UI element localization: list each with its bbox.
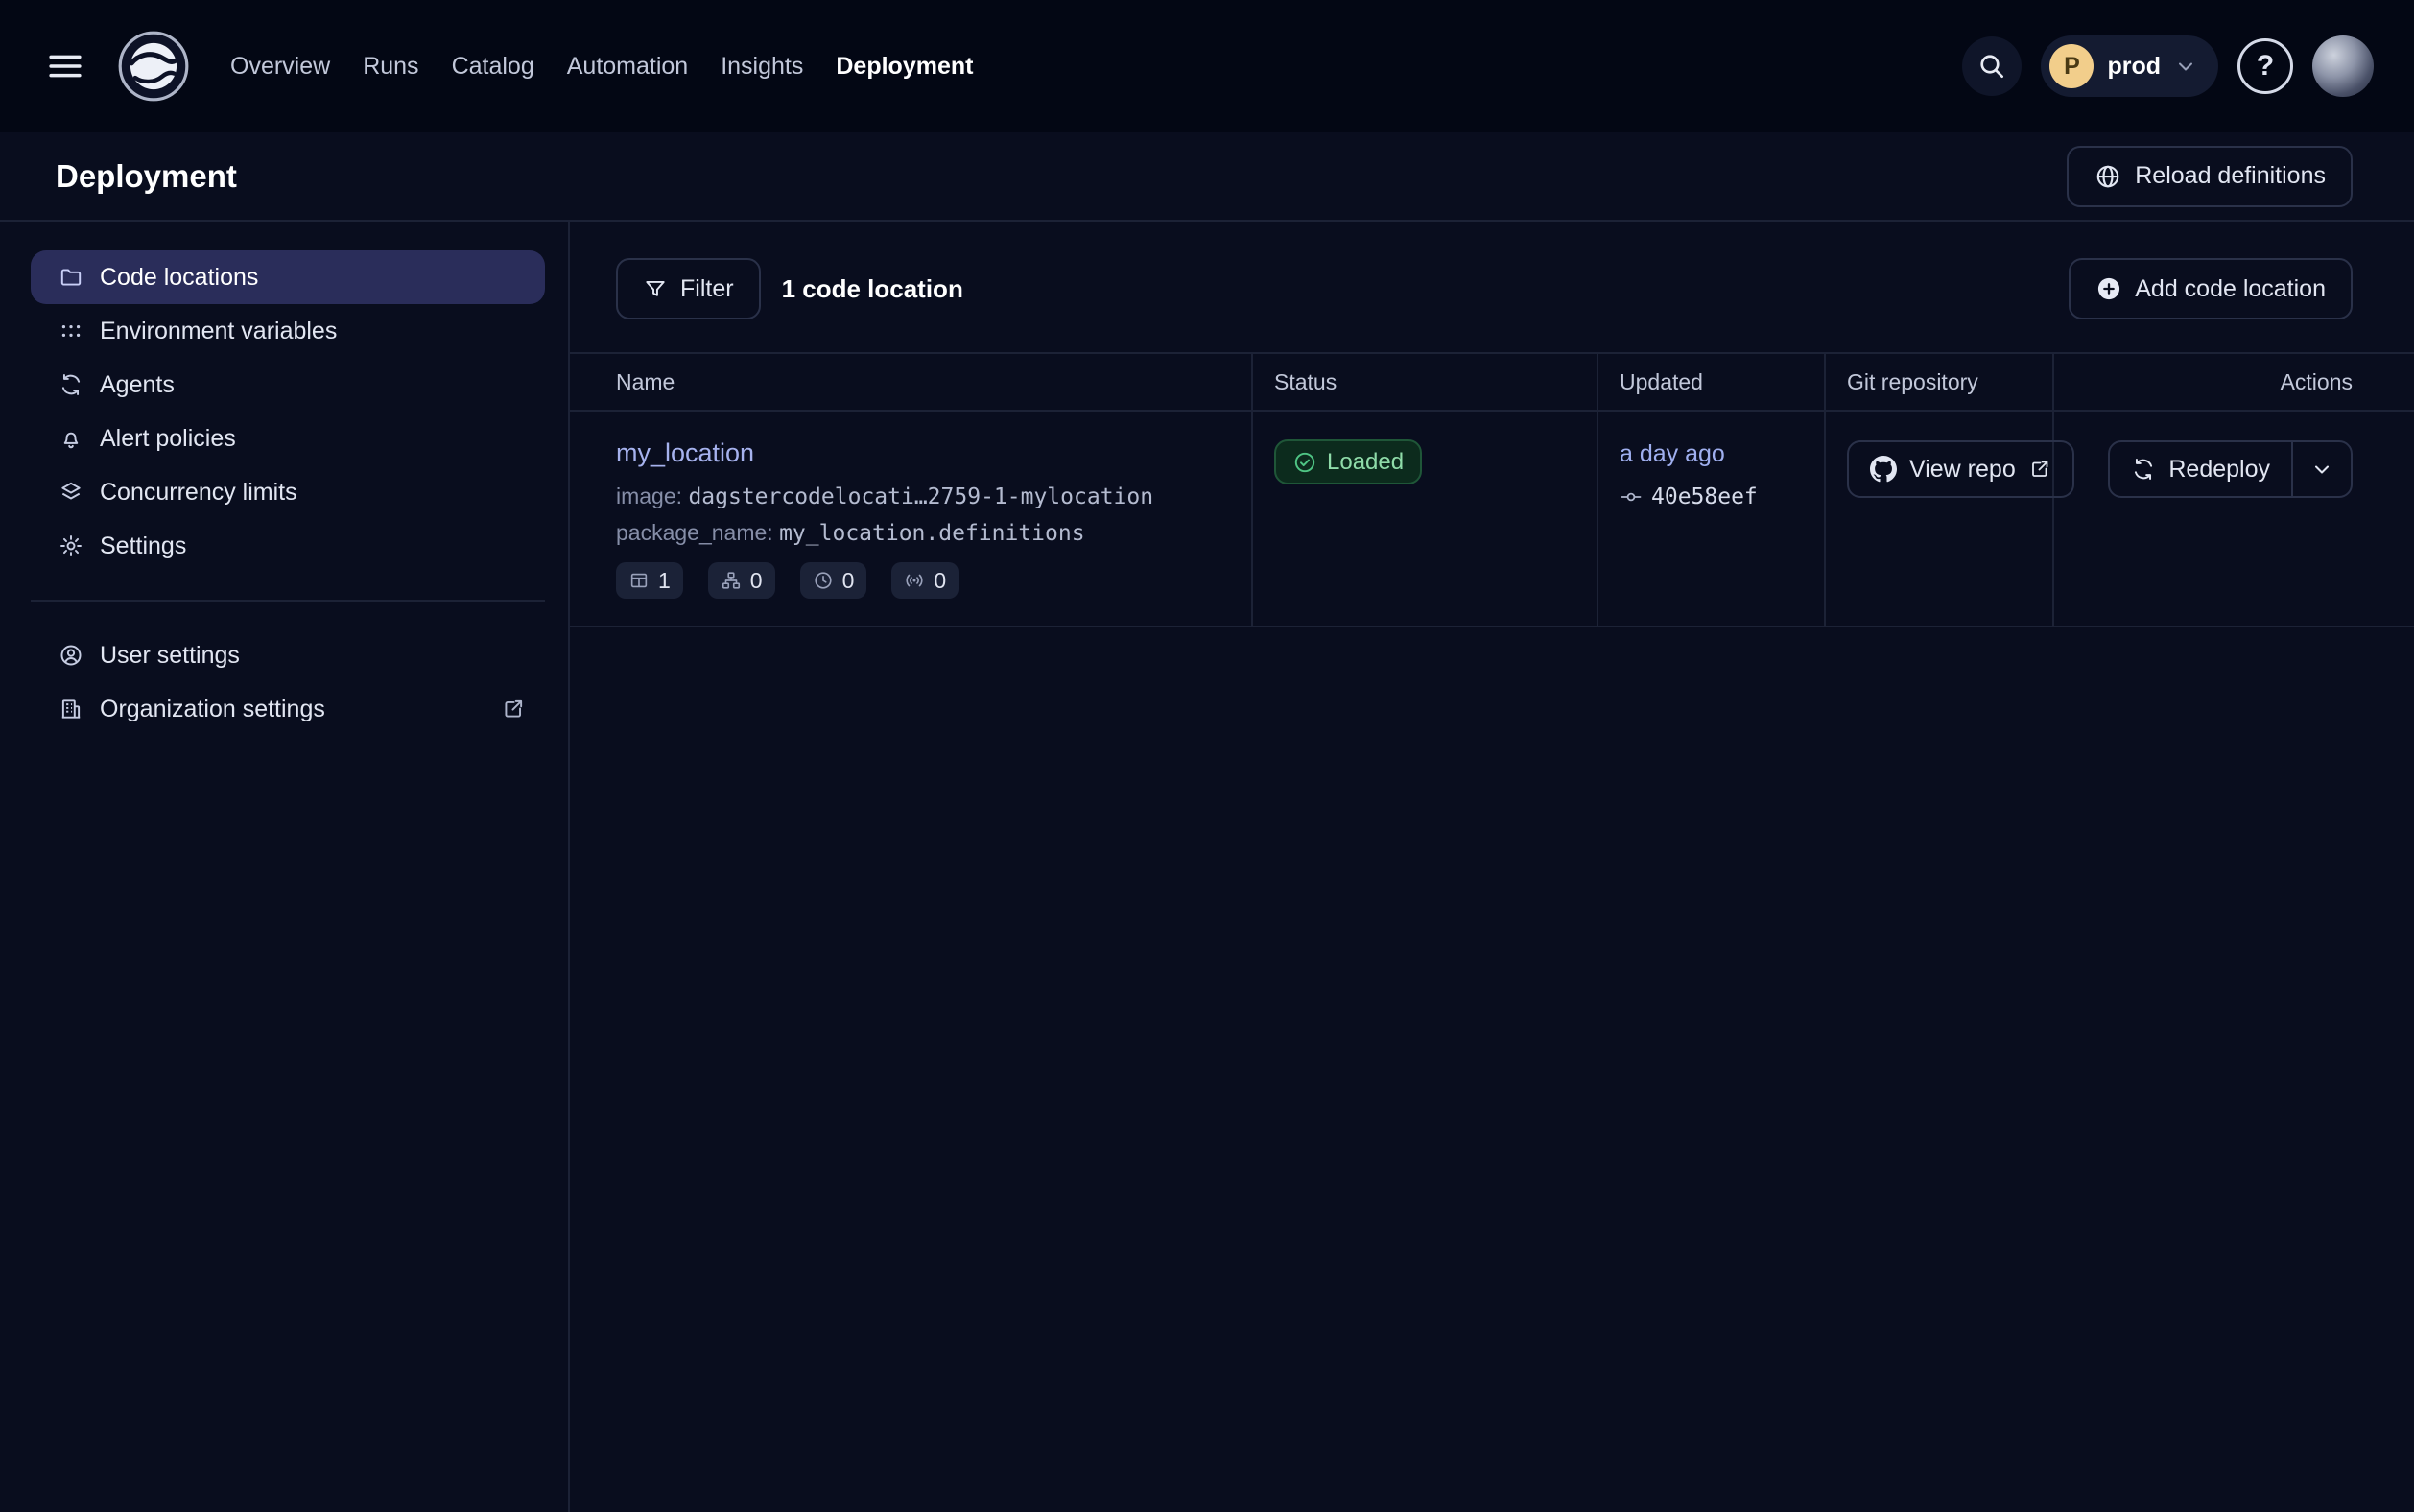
column-header-name: Name xyxy=(570,354,1253,410)
page-title: Deployment xyxy=(56,158,237,195)
globe-reload-icon xyxy=(2094,162,2122,191)
column-header-status: Status xyxy=(1253,354,1598,410)
check-circle-icon xyxy=(1292,450,1317,475)
table-header-row: Name Status Updated Git repository Actio… xyxy=(570,352,2414,412)
question-mark-icon: ? xyxy=(2257,50,2274,83)
clock-icon xyxy=(813,570,834,591)
reload-definitions-button[interactable]: Reload definitions xyxy=(2067,146,2353,207)
toolbar: Filter 1 code location Add code location xyxy=(616,258,2353,319)
redeploy-more-button[interactable] xyxy=(2291,440,2353,498)
name-cell: my_location image: dagstercodelocati…275… xyxy=(570,412,1253,626)
cycle-icon xyxy=(59,372,83,397)
deployment-badge: P xyxy=(2049,44,2094,88)
sidebar-item-label: Alert policies xyxy=(100,425,236,453)
page-header: Deployment Reload definitions xyxy=(0,132,2414,222)
redeploy-button[interactable]: Redeploy xyxy=(2108,440,2293,498)
refresh-icon xyxy=(2131,457,2156,482)
sidebar-item-settings[interactable]: Settings xyxy=(31,519,545,573)
sidebar-item-agents[interactable]: Agents xyxy=(31,358,545,412)
sidebar-item-label: Concurrency limits xyxy=(100,479,297,507)
status-badge: Loaded xyxy=(1274,439,1422,484)
sidebar-item-label: Organization settings xyxy=(100,696,325,723)
gear-icon xyxy=(59,533,83,558)
assets-count-badge: 1 xyxy=(616,562,683,599)
search-icon xyxy=(1976,51,2007,82)
github-icon xyxy=(1870,456,1897,483)
layers-icon xyxy=(59,480,83,505)
sidebar-item-label: Agents xyxy=(100,371,175,399)
sensor-icon xyxy=(904,570,925,591)
tree-icon xyxy=(721,570,742,591)
code-location-count: 1 code location xyxy=(782,274,963,304)
nav-item-insights[interactable]: Insights xyxy=(721,43,803,90)
updated-cell: a day ago 40e58eef xyxy=(1598,412,1826,626)
sidebar-item-organization-settings[interactable]: Organization settings xyxy=(31,682,545,736)
jobs-count-badge: 0 xyxy=(708,562,775,599)
primary-nav: Overview Runs Catalog Automation Insight… xyxy=(230,43,973,90)
code-locations-table: Name Status Updated Git repository Actio… xyxy=(570,352,2414,627)
commit-line: 40e58eef xyxy=(1620,484,1824,509)
package-line: package_name: my_location.definitions xyxy=(616,520,1213,546)
plus-circle-icon xyxy=(2095,275,2122,302)
schedules-count-badge: 0 xyxy=(800,562,867,599)
git-repository-cell: View repo xyxy=(1826,412,2054,626)
nav-item-runs[interactable]: Runs xyxy=(363,43,418,90)
folder-icon xyxy=(59,265,83,290)
image-line: image: dagstercodelocati…2759-1-mylocati… xyxy=(616,484,1213,509)
nav-item-overview[interactable]: Overview xyxy=(230,43,330,90)
sidebar-item-label: Environment variables xyxy=(100,318,337,345)
updated-link[interactable]: a day ago xyxy=(1620,440,1725,468)
search-button[interactable] xyxy=(1962,36,2022,96)
user-avatar[interactable] xyxy=(2312,35,2374,97)
column-header-git-repository: Git repository xyxy=(1826,354,2054,410)
help-button[interactable]: ? xyxy=(2237,38,2293,94)
external-link-icon xyxy=(501,697,526,721)
top-nav: Overview Runs Catalog Automation Insight… xyxy=(0,0,2414,132)
sidebar-item-label: Code locations xyxy=(100,264,258,292)
sidebar-divider xyxy=(31,600,545,602)
dots-rows-icon xyxy=(59,319,83,343)
nav-item-deployment[interactable]: Deployment xyxy=(836,43,973,90)
deployment-sidebar: Code locations Environment variables Age… xyxy=(0,222,570,1512)
nav-item-automation[interactable]: Automation xyxy=(567,43,688,90)
table-icon xyxy=(628,570,650,591)
sidebar-item-user-settings[interactable]: User settings xyxy=(31,628,545,682)
add-code-location-button[interactable]: Add code location xyxy=(2069,258,2353,319)
view-repo-button[interactable]: View repo xyxy=(1847,440,2074,498)
user-circle-icon xyxy=(59,643,83,668)
filter-button[interactable]: Filter xyxy=(616,258,761,319)
package-value: my_location.definitions xyxy=(779,521,1085,546)
sensors-count-badge: 0 xyxy=(891,562,958,599)
actions-cell: Redeploy xyxy=(2054,412,2414,626)
table-row: my_location image: dagstercodelocati…275… xyxy=(570,412,2414,627)
deployment-name: prod xyxy=(2107,53,2161,81)
code-location-link[interactable]: my_location xyxy=(616,438,754,468)
nav-item-catalog[interactable]: Catalog xyxy=(452,43,534,90)
bell-icon xyxy=(59,426,83,451)
sidebar-item-label: User settings xyxy=(100,642,240,670)
sidebar-item-code-locations[interactable]: Code locations xyxy=(31,250,545,304)
sidebar-item-environment-variables[interactable]: Environment variables xyxy=(31,304,545,358)
dagster-logo[interactable] xyxy=(117,30,190,103)
filter-icon xyxy=(643,276,668,301)
count-badges: 1 0 0 xyxy=(616,562,1213,599)
hamburger-menu-icon[interactable] xyxy=(40,41,90,91)
deployment-switcher[interactable]: P prod xyxy=(2041,35,2218,97)
sidebar-item-alert-policies[interactable]: Alert policies xyxy=(31,412,545,465)
sidebar-item-label: Settings xyxy=(100,532,186,560)
chevron-down-icon xyxy=(2174,55,2197,78)
column-header-actions: Actions xyxy=(2054,354,2414,410)
status-cell: Loaded xyxy=(1253,412,1598,626)
external-link-icon xyxy=(2028,458,2051,481)
image-value: dagstercodelocati…2759-1-mylocation xyxy=(688,484,1153,509)
redeploy-split-button: Redeploy xyxy=(2108,440,2353,498)
code-locations-panel: Filter 1 code location Add code location… xyxy=(570,222,2414,1512)
commit-hash: 40e58eef xyxy=(1651,484,1758,509)
sidebar-item-concurrency-limits[interactable]: Concurrency limits xyxy=(31,465,545,519)
building-icon xyxy=(59,697,83,721)
column-header-updated: Updated xyxy=(1598,354,1826,410)
commit-icon xyxy=(1620,485,1643,508)
chevron-down-icon xyxy=(2310,458,2333,481)
